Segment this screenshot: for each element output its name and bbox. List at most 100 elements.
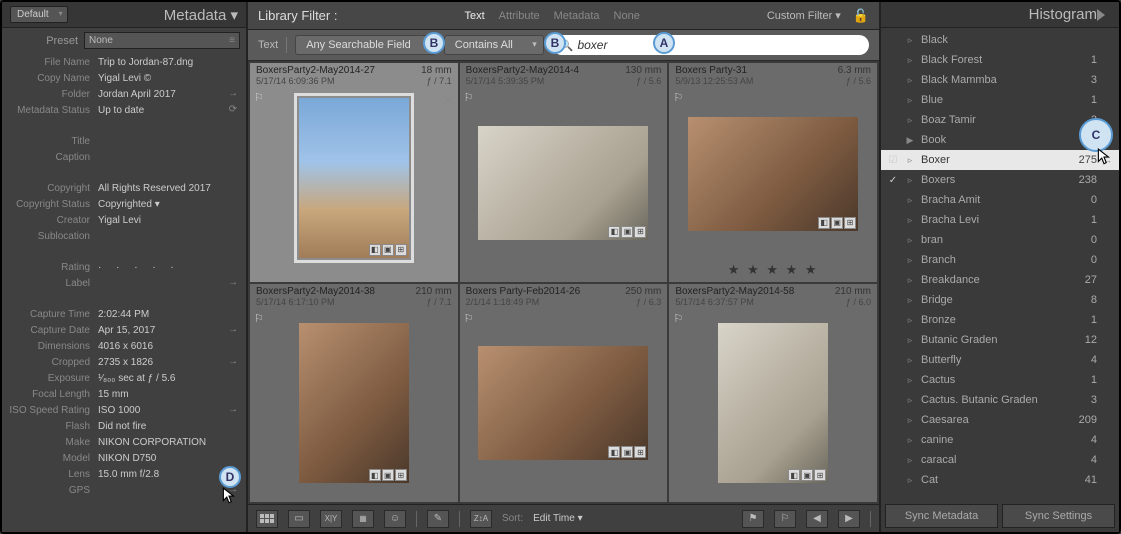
compare-view-button[interactable]: X|Y <box>320 510 342 528</box>
meta-value[interactable]: All Rights Reserved 2017 <box>98 182 226 196</box>
thumbnail-cell[interactable]: BoxersParty2-May2014-38210 mm5/17/14 6:1… <box>250 284 458 503</box>
survey-view-button[interactable]: ▦ <box>352 510 374 528</box>
keyword-disclosure-icon[interactable]: ▹ <box>905 75 915 86</box>
keyword-row[interactable]: ▹bran0 <box>881 230 1119 250</box>
people-view-button[interactable]: ☺ <box>384 510 406 528</box>
meta-value[interactable]: 15.0 mm f/2.8 <box>98 468 226 482</box>
keyword-row[interactable]: ▹Bracha Amit0 <box>881 190 1119 210</box>
keyword-row[interactable]: ▹Bracha Levi1 <box>881 210 1119 230</box>
flag-reject-button[interactable]: ⚐ <box>774 510 796 528</box>
meta-action-icon[interactable]: ⟳ <box>226 104 240 115</box>
preset-select[interactable]: None <box>84 32 240 49</box>
keyword-disclosure-icon[interactable]: ▹ <box>905 275 915 286</box>
keyword-disclosure-icon[interactable]: ▹ <box>905 235 915 246</box>
tab-attribute[interactable]: Attribute <box>499 10 540 22</box>
meta-value[interactable]: ISO 1000 <box>98 404 226 418</box>
loupe-view-button[interactable]: ▭ <box>288 510 310 528</box>
keyword-disclosure-icon[interactable]: ▶ <box>905 135 915 146</box>
keyword-disclosure-icon[interactable]: ▹ <box>905 475 915 486</box>
meta-value[interactable]: Did not fire <box>98 420 226 434</box>
meta-action-icon[interactable]: → <box>226 404 240 415</box>
sync-settings-button[interactable]: Sync Settings <box>1002 504 1115 528</box>
tab-none[interactable]: None <box>614 10 640 22</box>
keyword-disclosure-icon[interactable]: ▹ <box>905 175 915 186</box>
keyword-row[interactable]: ▹Cactus1 <box>881 370 1119 390</box>
keyword-disclosure-icon[interactable]: ▹ <box>905 35 915 46</box>
meta-value[interactable]: 2:02:44 PM <box>98 308 226 322</box>
meta-value[interactable]: NIKON D750 <box>98 452 226 466</box>
keyword-disclosure-icon[interactable]: ▹ <box>905 295 915 306</box>
keyword-disclosure-icon[interactable]: ▹ <box>905 215 915 226</box>
keyword-row[interactable]: ▹Butanic Graden12 <box>881 330 1119 350</box>
keyword-row[interactable]: ▹Caesarea209 <box>881 410 1119 430</box>
search-box[interactable]: 🔍 <box>552 35 869 55</box>
meta-value[interactable]: Up to date <box>98 104 226 118</box>
meta-value[interactable]: Yigal Levi <box>98 214 226 228</box>
thumbnail-cell[interactable]: BoxersParty2-May2014-58210 mm5/17/14 6:3… <box>669 284 877 503</box>
keyword-row[interactable]: ▹Cactus. Butanic Graden3 <box>881 390 1119 410</box>
keyword-disclosure-icon[interactable]: ▹ <box>905 455 915 466</box>
tab-metadata[interactable]: Metadata <box>554 10 600 22</box>
keyword-disclosure-icon[interactable]: ▹ <box>905 395 915 406</box>
meta-value[interactable]: Jordan April 2017 <box>98 88 226 102</box>
keyword-disclosure-icon[interactable]: ▹ <box>905 55 915 66</box>
keyword-disclosure-icon[interactable]: ▹ <box>905 435 915 446</box>
keyword-row[interactable]: ▹Breakdance27 <box>881 270 1119 290</box>
meta-action-icon[interactable]: → <box>226 324 240 335</box>
flag-pick-button[interactable]: ⚑ <box>742 510 764 528</box>
sort-direction-button[interactable]: Z↕A <box>470 510 492 528</box>
star-rating[interactable]: ★ ★ ★ ★ ★ <box>675 260 871 278</box>
custom-filter-dropdown[interactable]: Custom Filter ▾ <box>767 9 841 22</box>
keyword-row[interactable]: ✓▹Boxers238 <box>881 170 1119 190</box>
keyword-disclosure-icon[interactable]: ▹ <box>905 195 915 206</box>
keyword-row[interactable]: ▹Branch0 <box>881 250 1119 270</box>
histogram-header[interactable]: Histogram <box>881 2 1119 28</box>
keyword-row[interactable]: ▹Black <box>881 30 1119 50</box>
meta-action-icon[interactable]: → <box>226 356 240 367</box>
keyword-check-icon[interactable]: ✓ <box>887 175 899 186</box>
nav-prev-button[interactable]: ◀ <box>806 510 828 528</box>
metadata-title[interactable]: Metadata ▾ <box>164 6 238 24</box>
keyword-disclosure-icon[interactable]: ▹ <box>905 375 915 386</box>
keyword-disclosure-icon[interactable]: ▹ <box>905 95 915 106</box>
keyword-row[interactable]: ▹Bronze1 <box>881 310 1119 330</box>
keyword-disclosure-icon[interactable]: ▹ <box>905 315 915 326</box>
painter-button[interactable]: ✎ <box>427 510 449 528</box>
metadata-preset-dropdown[interactable]: Default <box>10 6 68 23</box>
nav-next-button[interactable]: ▶ <box>838 510 860 528</box>
collapse-icon[interactable] <box>1097 9 1105 21</box>
keyword-row[interactable]: ▹Blue1 <box>881 90 1119 110</box>
lock-icon[interactable]: 🔓 <box>853 8 869 24</box>
meta-value[interactable]: Apr 15, 2017 <box>98 324 226 338</box>
meta-value[interactable]: Copyrighted ▾ <box>98 198 226 212</box>
meta-value[interactable]: ¹⁄₈₀₀ sec at ƒ / 5.6 <box>98 372 226 386</box>
meta-action-icon[interactable]: → <box>226 277 240 288</box>
keyword-disclosure-icon[interactable]: ▹ <box>905 255 915 266</box>
keyword-disclosure-icon[interactable]: ▹ <box>905 335 915 346</box>
meta-value[interactable]: Trip to Jordan-87.dng <box>98 56 226 70</box>
thumbnail-cell[interactable]: BoxersParty2-May2014-2718 mm5/17/14 6:09… <box>250 63 458 282</box>
tab-text[interactable]: Text <box>464 10 484 22</box>
keyword-disclosure-icon[interactable]: ▹ <box>905 155 915 166</box>
rating-dots[interactable]: · · · · · <box>256 268 452 278</box>
meta-action-icon[interactable]: → <box>226 88 240 99</box>
keyword-row[interactable]: ▹Black Forest1 <box>881 50 1119 70</box>
sort-value[interactable]: Edit Time ▾ <box>533 513 582 524</box>
keyword-row[interactable]: ▹canine4 <box>881 430 1119 450</box>
keyword-disclosure-icon[interactable]: ▹ <box>905 115 915 126</box>
search-field-dropdown[interactable]: Any Searchable Field <box>295 35 436 55</box>
keyword-row[interactable]: ☑▹Boxer275→ <box>881 150 1119 170</box>
thumbnail-cell[interactable]: Boxers Party-316.3 mm5/9/13 12:25:53 AMƒ… <box>669 63 877 282</box>
meta-value[interactable]: 4016 x 6016 <box>98 340 226 354</box>
keyword-row[interactable]: ▹Cat41 <box>881 470 1119 490</box>
search-input[interactable] <box>577 38 861 52</box>
keyword-row[interactable]: ▹Black Mammba3 <box>881 70 1119 90</box>
keyword-row[interactable]: ▹Butterfly4 <box>881 350 1119 370</box>
grid-view-button[interactable] <box>256 510 278 528</box>
search-rule-dropdown[interactable]: Contains All <box>444 35 544 55</box>
keyword-row[interactable]: ▹caracal4 <box>881 450 1119 470</box>
meta-value[interactable]: Yigal Levi © <box>98 72 226 86</box>
meta-value[interactable]: · · · · · <box>98 261 226 275</box>
keyword-row[interactable]: ▹Bridge8 <box>881 290 1119 310</box>
meta-value[interactable]: 2735 x 1826 <box>98 356 226 370</box>
